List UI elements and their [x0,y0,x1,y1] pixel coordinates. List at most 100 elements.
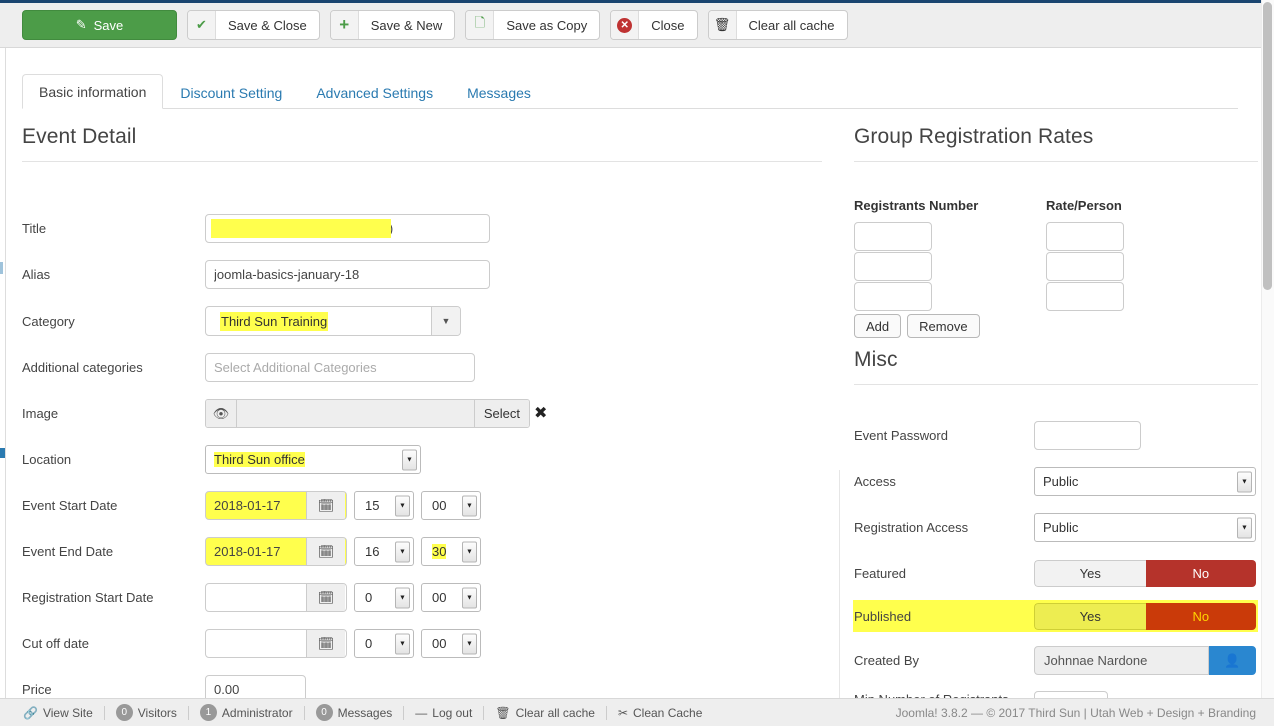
event-end-minute-select[interactable]: 30 ▼ [421,537,481,566]
field-row-registration-start-date: Registration Start Date 🗓 0 ▼ 00 ▼ [22,583,822,612]
registration-start-date-input[interactable] [206,584,306,611]
footer-copyright: Joomla! 3.8.2 — © 2017 Third Sun | Utah … [896,706,1256,720]
status-clean-cache-label: Clean Cache [633,706,702,720]
location-select[interactable]: Third Sun office ▼ [205,445,421,474]
chevron-down-icon: ▼ [395,633,410,654]
title-input[interactable] [205,214,490,243]
category-label: Category [22,314,205,329]
registration-access-select[interactable]: Public ▼ [1034,513,1256,542]
image-select-button[interactable]: Select [474,400,529,427]
remove-rate-button[interactable]: Remove [907,314,979,338]
tab-advanced-settings[interactable]: Advanced Settings [299,75,450,109]
copy-icon: 🗋 [466,11,494,39]
cut-off-hour-select[interactable]: 0 ▼ [354,629,414,658]
cut-off-date-field[interactable]: 🗓 [205,629,347,658]
page-scrollbar-thumb[interactable] [1263,2,1272,290]
status-administrator[interactable]: 1 Administrator [189,704,304,721]
additional-categories-input[interactable] [205,353,475,382]
save-and-new-button[interactable]: + Save & New [330,10,456,40]
status-messages[interactable]: 0 Messages [305,704,404,721]
featured-yes-option[interactable]: Yes [1034,560,1146,587]
registration-start-hour-select[interactable]: 0 ▼ [354,583,414,612]
registration-start-date-field[interactable]: 🗓 [205,583,347,612]
calendar-icon[interactable]: 🗓 [306,630,345,657]
access-value: Public [1035,474,1078,489]
save-button[interactable]: ✎ Save [22,10,177,40]
tab-messages[interactable]: Messages [450,75,548,109]
chevron-down-icon: ▼ [462,495,477,516]
minus-icon: — [415,706,427,720]
access-select[interactable]: Public ▼ [1034,467,1256,496]
image-picker[interactable]: 👁 Select [205,399,530,428]
chevron-down-icon: ▼ [395,587,410,608]
access-label: Access [854,474,1034,489]
add-rate-button[interactable]: Add [854,314,901,338]
featured-no-option[interactable]: No [1146,560,1257,587]
featured-toggle[interactable]: Yes No [1034,560,1256,587]
status-view-site[interactable]: 🔗 View Site [12,706,104,720]
rate-per-person-input-1[interactable] [1046,222,1124,251]
status-clear-all-cache[interactable]: 🗑 Clear all cache [484,706,606,720]
category-select[interactable]: Third Sun Training ▼ [205,306,461,336]
save-as-copy-button[interactable]: 🗋 Save as Copy [465,10,600,40]
tab-basic-information[interactable]: Basic information [22,74,163,109]
event-start-date-input[interactable] [206,492,306,519]
status-clear-all-cache-label: Clear all cache [516,706,595,720]
event-password-input[interactable] [1034,421,1141,450]
alias-input[interactable] [205,260,490,289]
tab-discount-setting[interactable]: Discount Setting [163,75,299,109]
column-divider [839,470,840,700]
calendar-icon[interactable]: 🗓 [306,492,345,519]
event-start-date-field[interactable]: 🗓 [205,491,347,520]
registration-start-minute-select[interactable]: 00 ▼ [421,583,481,612]
created-by-value[interactable]: Johnnae Nardone [1034,646,1209,675]
calendar-icon[interactable]: 🗓 [306,538,345,565]
chevron-down-icon: ▼ [462,541,477,562]
rate-per-person-header: Rate/Person [1046,198,1124,213]
save-and-close-button[interactable]: ✔ Save & Close [187,10,320,40]
event-start-minute-select[interactable]: 00 ▼ [421,491,481,520]
clear-all-cache-button[interactable]: 🗑 Clear all cache [708,10,848,40]
registrants-number-input-3[interactable] [854,282,932,311]
trash-icon: 🗑 [495,706,510,720]
published-toggle[interactable]: Yes No [1034,603,1256,630]
user-icon[interactable]: 👤 [1209,646,1256,675]
image-clear-icon[interactable]: ✖ [534,406,547,422]
field-row-title: Title [22,214,822,243]
status-visitors[interactable]: 0 Visitors [105,704,188,721]
registration-start-date-label: Registration Start Date [22,590,205,605]
published-yes-option[interactable]: Yes [1034,603,1146,630]
event-start-date-group: 🗓 15 ▼ 00 ▼ [205,491,481,520]
field-row-published: Published Yes No [853,600,1258,632]
cut-off-minute-select[interactable]: 00 ▼ [421,629,481,658]
event-end-date-input[interactable] [206,538,306,565]
published-label: Published [854,609,1034,624]
created-by-label: Created By [854,653,1034,668]
rate-per-person-input-2[interactable] [1046,252,1124,281]
calendar-icon[interactable]: 🗓 [306,584,345,611]
published-no-option[interactable]: No [1146,603,1257,630]
status-clean-cache[interactable]: ✂ Clean Cache [607,706,713,720]
close-button[interactable]: ✕ Close [610,10,697,40]
check-icon: ✔ [188,11,216,39]
trash-icon: 🗑 [709,11,737,39]
status-log-out[interactable]: — Log out [404,706,483,720]
status-bar: 🔗 View Site 0 Visitors 1 Administrator 0… [0,698,1274,726]
rate-per-person-input-3[interactable] [1046,282,1124,311]
field-row-created-by: Created By Johnnae Nardone 👤 [854,646,1258,675]
page-scrollbar-track[interactable] [1261,0,1274,698]
cut-off-date-input[interactable] [206,630,306,657]
registrants-number-input-2[interactable] [854,252,932,281]
status-visitors-label: Visitors [138,706,177,720]
event-start-hour-select[interactable]: 15 ▼ [354,491,414,520]
group-registration-rates-heading: Group Registration Rates [854,125,1258,162]
image-path-input[interactable] [237,400,474,427]
status-administrator-badge: 1 [200,704,217,721]
registration-access-label: Registration Access [854,520,1034,535]
event-end-hour-value: 16 [355,544,379,559]
event-end-hour-select[interactable]: 16 ▼ [354,537,414,566]
event-end-date-field[interactable]: 🗓 [205,537,347,566]
featured-label: Featured [854,566,1034,581]
eye-icon[interactable]: 👁 [206,400,237,427]
registrants-number-input-1[interactable] [854,222,932,251]
